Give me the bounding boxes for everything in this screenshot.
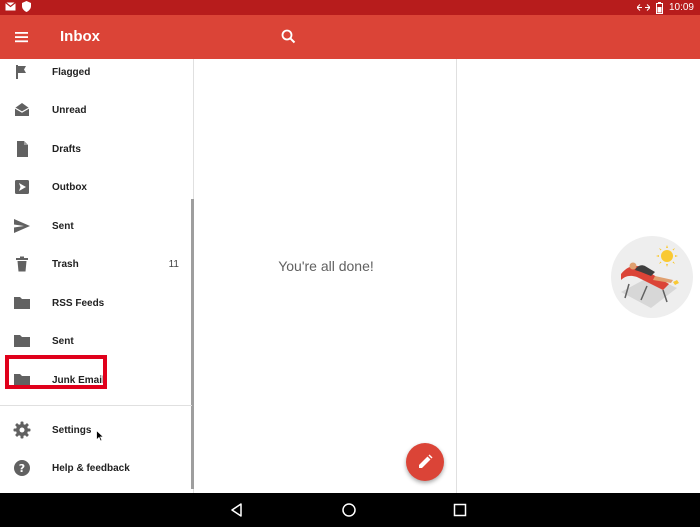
drawer-item-label: Settings	[52, 424, 92, 436]
folder-icon	[14, 297, 30, 309]
help-icon: ?	[14, 460, 30, 476]
flag-icon	[16, 65, 26, 79]
pencil-icon	[419, 454, 433, 468]
drawer-item-label: Drafts	[52, 143, 81, 155]
recents-icon[interactable]	[452, 502, 468, 518]
relaxing-beach-chair-illustration	[611, 236, 693, 318]
compose-button[interactable]	[406, 443, 444, 481]
drawer-item-outbox[interactable]: Outbox	[0, 168, 192, 206]
navigation-drawer: Flagged Unread Drafts Outbox Sent Trash …	[0, 59, 194, 493]
drawer-item-flagged[interactable]: Flagged	[0, 53, 192, 91]
trash-count-badge: 11	[168, 258, 179, 270]
hamburger-menu-icon[interactable]	[12, 27, 32, 47]
drawer-divider	[0, 405, 192, 406]
home-icon[interactable]	[341, 502, 357, 518]
empty-state-message: You're all done!	[278, 258, 374, 274]
drawer-item-label: Sent	[52, 335, 74, 347]
drawer-item-drafts[interactable]: Drafts	[0, 130, 192, 168]
search-icon[interactable]	[279, 27, 299, 47]
gear-icon	[13, 421, 31, 439]
drawer-item-label: Help & feedback	[52, 462, 130, 474]
battery-icon	[655, 1, 663, 14]
drawer-item-help-feedback[interactable]: ? Help & feedback	[0, 449, 192, 487]
page-title: Inbox	[60, 28, 100, 45]
draft-file-icon	[17, 141, 28, 157]
status-right-icons: 10:09	[636, 1, 694, 14]
system-navigation-bar	[0, 493, 700, 527]
status-left-icons	[5, 1, 31, 12]
trash-icon	[16, 256, 28, 272]
message-detail-pane	[458, 59, 700, 493]
drawer-item-label: Sent	[52, 220, 74, 232]
drawer-item-label: RSS Feeds	[52, 297, 105, 309]
mail-notification-icon	[5, 2, 16, 11]
drawer-item-rss-feeds[interactable]: RSS Feeds	[0, 284, 192, 322]
drawer-item-trash[interactable]: Trash 11	[0, 245, 192, 283]
status-bar: 10:09	[0, 0, 700, 15]
shield-icon	[22, 1, 31, 12]
svg-text:?: ?	[19, 462, 25, 475]
drawer-item-label: Unread	[52, 104, 87, 116]
outbox-icon	[15, 180, 29, 194]
drawer-item-label: Outbox	[52, 181, 87, 193]
folder-icon	[14, 335, 30, 347]
settings-highlight-box	[5, 355, 107, 389]
message-list-pane: You're all done!	[195, 59, 457, 493]
drawer-item-label: Flagged	[52, 66, 91, 78]
send-icon	[14, 219, 30, 233]
drawer-item-label: Trash	[52, 258, 79, 270]
network-arrows-icon	[636, 4, 650, 11]
status-time: 10:09	[668, 2, 694, 13]
back-icon[interactable]	[229, 502, 245, 518]
drawer-item-unread[interactable]: Unread	[0, 91, 192, 129]
mouse-cursor-icon	[96, 430, 104, 442]
envelope-open-icon	[14, 103, 30, 116]
drawer-item-sent[interactable]: Sent	[0, 207, 192, 245]
